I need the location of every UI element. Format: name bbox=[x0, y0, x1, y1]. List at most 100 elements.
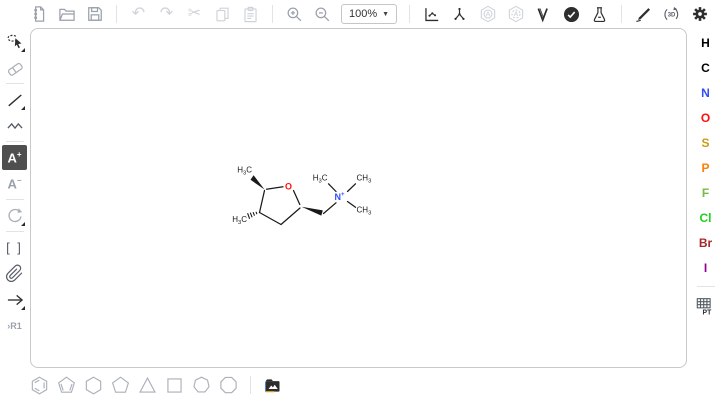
s-group-brackets-icon: [ ] bbox=[6, 240, 23, 255]
recognize-molecule-button[interactable] bbox=[631, 2, 656, 27]
atom-button-p[interactable]: P bbox=[693, 155, 718, 180]
bond-c3-c4 bbox=[260, 213, 282, 225]
single-bond-tool[interactable] bbox=[2, 87, 27, 112]
atom-button-o[interactable]: O bbox=[693, 105, 718, 130]
n-methyl-bottom-right[interactable]: CH3 bbox=[357, 206, 372, 217]
template-library-button[interactable] bbox=[260, 373, 285, 398]
bonds[interactable] bbox=[260, 184, 356, 225]
open-button[interactable] bbox=[54, 2, 79, 27]
atom-button-c[interactable]: C bbox=[693, 55, 718, 80]
copy-button[interactable] bbox=[210, 2, 235, 27]
save-button[interactable] bbox=[82, 2, 107, 27]
periodic-table-button[interactable]: PT bbox=[693, 293, 718, 318]
redo-button[interactable]: ↷ bbox=[154, 2, 179, 27]
clean-up-button[interactable] bbox=[447, 2, 472, 27]
lasso-selection-icon bbox=[5, 32, 25, 52]
molecule[interactable]: O N+ H3C H3C H3C CH3 CH3 bbox=[221, 156, 401, 236]
copy-icon bbox=[213, 5, 232, 24]
erase-tool[interactable] bbox=[2, 55, 27, 80]
zoom-level-select[interactable]: 100% ▼ bbox=[341, 4, 397, 24]
drawing-canvas[interactable]: O N+ H3C H3C H3C CH3 CH3 bbox=[30, 28, 687, 368]
atom-button-s[interactable]: S bbox=[693, 130, 718, 155]
atom-button-i[interactable]: I bbox=[693, 255, 718, 280]
dearomatize-button[interactable]: A bbox=[503, 2, 528, 27]
n-methyl-top-right[interactable]: CH3 bbox=[357, 174, 372, 185]
layout-button[interactable] bbox=[419, 2, 444, 27]
zoom-level-value: 100% bbox=[349, 8, 377, 20]
svg-text:A: A bbox=[513, 11, 518, 18]
zoom-in-button[interactable] bbox=[282, 2, 307, 27]
settings-button[interactable] bbox=[687, 2, 712, 27]
template-cyclopentadiene[interactable] bbox=[54, 373, 79, 398]
template-cyclohexane[interactable] bbox=[81, 373, 106, 398]
divider bbox=[6, 141, 24, 142]
calculated-values-button[interactable] bbox=[587, 2, 612, 27]
cut-icon: ✂ bbox=[188, 6, 201, 22]
cyclopropane-icon bbox=[137, 375, 158, 396]
reaction-arrow-tool[interactable] bbox=[2, 287, 27, 312]
svg-text:PT: PT bbox=[702, 309, 712, 316]
atom-button-cl[interactable]: Cl bbox=[693, 205, 718, 230]
calculate-cip-button[interactable] bbox=[531, 2, 556, 27]
rotate-tool[interactable] bbox=[2, 203, 27, 228]
3d-viewer-icon: 3D bbox=[662, 5, 681, 24]
svg-text:3D: 3D bbox=[668, 12, 676, 18]
calculate-cip-icon bbox=[534, 5, 553, 24]
atom-button-n[interactable]: N bbox=[693, 80, 718, 105]
zoom-out-icon bbox=[313, 5, 332, 24]
aromatize-icon: A bbox=[478, 4, 498, 24]
divider bbox=[6, 199, 24, 200]
bond-o-c2 bbox=[294, 191, 300, 205]
template-cyclooctane[interactable] bbox=[216, 373, 241, 398]
cut-button[interactable]: ✂ bbox=[182, 2, 207, 27]
zoom-out-button[interactable] bbox=[310, 2, 335, 27]
dearomatize-icon: A bbox=[506, 4, 526, 24]
atom-button-f[interactable]: F bbox=[693, 180, 718, 205]
atom-button-h[interactable]: H bbox=[693, 30, 718, 55]
atom-oxygen[interactable]: O bbox=[285, 182, 292, 192]
new-document-button[interactable] bbox=[26, 2, 51, 27]
cyclopentane-icon bbox=[110, 375, 131, 396]
paste-button[interactable] bbox=[238, 2, 263, 27]
calculated-values-flask-icon bbox=[590, 5, 609, 24]
cyclohexane-icon bbox=[83, 375, 104, 396]
r-group-tool[interactable]: ›R1 bbox=[2, 313, 27, 338]
undo-icon: ↶ bbox=[132, 6, 145, 22]
template-cyclopropane[interactable] bbox=[135, 373, 160, 398]
atom-labels: O N+ H3C H3C H3C CH3 CH3 bbox=[232, 166, 371, 226]
bond-n-methyl-bottomright bbox=[348, 202, 356, 208]
bond-c4-c5 bbox=[260, 191, 265, 213]
check-structure-button[interactable] bbox=[559, 2, 584, 27]
atom-button-br[interactable]: Br bbox=[693, 230, 718, 255]
methyl-top-left[interactable]: H3C bbox=[237, 166, 252, 177]
charge-minus-tool[interactable]: A− bbox=[2, 171, 27, 196]
divider bbox=[621, 5, 622, 23]
bond-ch2-n bbox=[324, 203, 337, 214]
chain-tool[interactable] bbox=[2, 113, 27, 138]
cyclooctane-icon bbox=[218, 375, 239, 396]
attachment-point-tool[interactable] bbox=[2, 261, 27, 286]
methyl-bottom-left[interactable]: H3C bbox=[232, 215, 247, 226]
3d-viewer-button[interactable]: 3D bbox=[659, 2, 684, 27]
benzene-icon bbox=[29, 375, 50, 396]
reaction-arrow-icon bbox=[5, 290, 25, 310]
undo-button[interactable]: ↶ bbox=[126, 2, 151, 27]
template-cyclopentane[interactable] bbox=[108, 373, 133, 398]
charge-plus-tool[interactable]: A+ bbox=[2, 145, 27, 170]
bond-c5-o bbox=[267, 187, 284, 189]
lasso-selection-tool[interactable] bbox=[2, 29, 27, 54]
single-bond-icon bbox=[5, 90, 25, 110]
template-benzene[interactable] bbox=[27, 373, 52, 398]
s-group-tool[interactable]: [ ] bbox=[2, 235, 27, 260]
n-methyl-left[interactable]: H3C bbox=[313, 174, 328, 185]
help-button[interactable]: ? bbox=[715, 2, 720, 27]
atom-nitrogen[interactable]: N+ bbox=[334, 192, 345, 202]
eraser-icon bbox=[5, 58, 25, 78]
wedge-bond-c2-ch2 bbox=[302, 207, 323, 216]
template-cyclobutane[interactable] bbox=[162, 373, 187, 398]
periodic-table-icon: PT bbox=[695, 295, 717, 317]
cycloheptane-icon bbox=[191, 375, 212, 396]
template-cycloheptane[interactable] bbox=[189, 373, 214, 398]
cyclobutane-icon bbox=[164, 375, 185, 396]
aromatize-button[interactable]: A bbox=[475, 2, 500, 27]
